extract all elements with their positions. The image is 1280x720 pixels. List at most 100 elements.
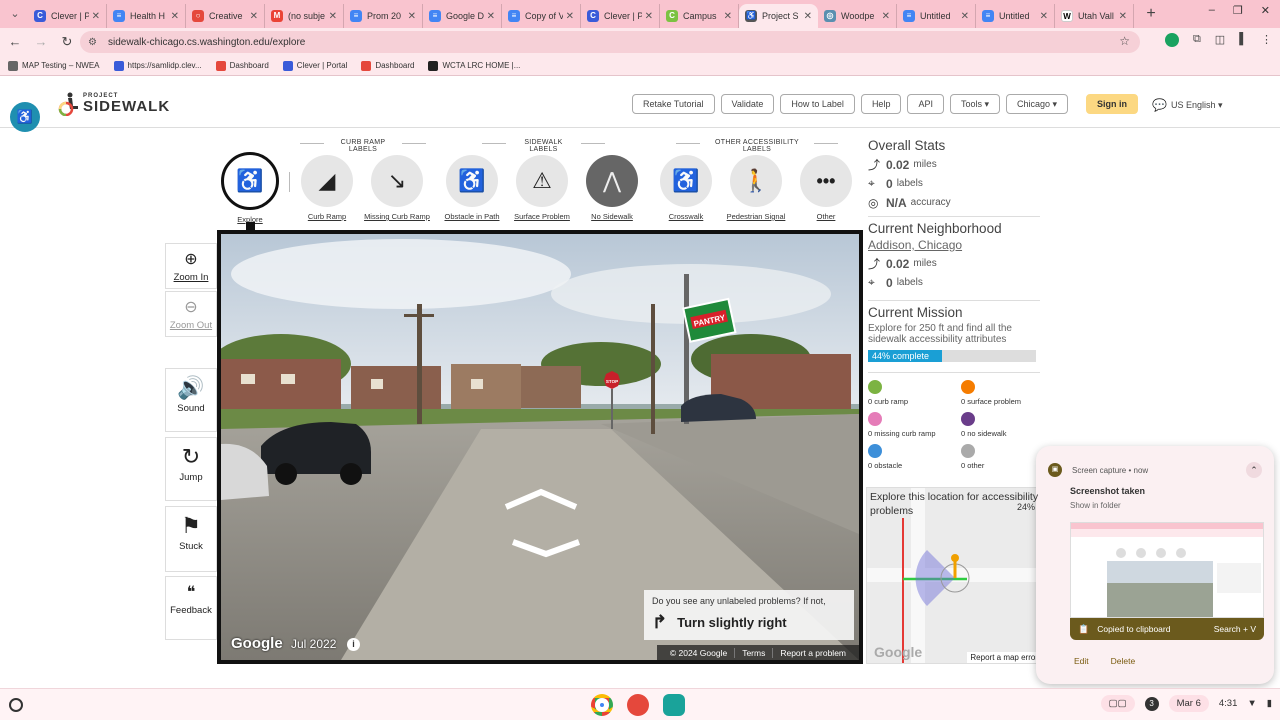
holding-space-icon[interactable]: ▢▢ [1100, 695, 1135, 712]
extensions-icon[interactable]: ⧉ [1193, 33, 1201, 47]
feedback-button[interactable]: ❝ Feedback [165, 576, 217, 640]
sound-button[interactable]: 🔊 Sound [165, 368, 217, 432]
reload-icon[interactable]: ↻ [56, 31, 78, 53]
overall-miles-unit: miles [913, 159, 937, 170]
retake-tutorial-button[interactable]: Retake Tutorial [632, 94, 715, 114]
creative-app-icon[interactable] [627, 694, 649, 716]
report-problem-link[interactable]: Report a problem [772, 647, 853, 658]
tab-close-icon[interactable]: ✕ [329, 11, 337, 22]
menu-kebab-icon[interactable]: ⋮ [1261, 33, 1272, 47]
edit-button[interactable]: Edit [1074, 656, 1089, 666]
street-view-panorama[interactable]: PANTRY STOP Do you see any unlabeled pro… [217, 230, 863, 664]
close-window-icon[interactable]: ✕ [1261, 4, 1270, 17]
bookmark-favicon-icon [215, 60, 226, 71]
new-tab-button[interactable]: + [1140, 3, 1162, 25]
browser-tab[interactable]: ≡ Prom 20 ✕ [344, 4, 423, 28]
api-button[interactable]: API [907, 94, 944, 114]
tab-close-icon[interactable]: ✕ [1040, 11, 1048, 22]
browser-tab[interactable]: W Utah Vall ✕ [1055, 4, 1134, 28]
grammarly-extension-icon[interactable] [1164, 33, 1179, 47]
browser-tab[interactable]: M (no subje ✕ [265, 4, 344, 28]
tab-close-icon[interactable]: ✕ [882, 11, 890, 22]
terms-link[interactable]: Terms [734, 647, 772, 658]
address-bar[interactable]: ⚙ sidewalk-chicago.cs.washington.edu/exp… [80, 31, 1140, 53]
side-panel-icon[interactable]: ▌ [1239, 33, 1247, 47]
clock-time[interactable]: 4:31 [1219, 698, 1238, 709]
browser-tab[interactable]: C Clever | P ✕ [28, 4, 107, 28]
bookmark-item[interactable]: Clever | Portal [282, 60, 347, 71]
pedestrian-signal-label-button[interactable]: 🚶 Pedestrian Signal [718, 155, 794, 221]
collapse-chevron-icon[interactable]: ⌃ [1246, 462, 1262, 478]
project-sidewalk-logo[interactable]: PROJECT SIDEWALK [58, 92, 170, 116]
language-selector[interactable]: 💬 US English ▾ [1152, 98, 1223, 112]
bookmark-item[interactable]: https://samlidp.clev... [113, 60, 202, 71]
minimap[interactable]: Explore this location for accessibility … [866, 487, 1042, 664]
jump-button[interactable]: ↻ Jump [165, 437, 217, 501]
forward-icon[interactable]: → [30, 31, 52, 53]
missing-curb-ramp-label-button[interactable]: ↘ Missing Curb Ramp [359, 155, 435, 221]
bookmark-item[interactable]: MAP Testing – NWEA [8, 60, 100, 71]
bookmark-star-icon[interactable]: ☆ [1119, 34, 1130, 48]
browser-tab[interactable]: C Campus ✕ [660, 4, 739, 28]
other-label-button[interactable]: ••• Other [788, 155, 864, 221]
tab-search-button-icon[interactable]: ◫ [1215, 33, 1225, 47]
browser-tab[interactable]: ≡ Untitled ✕ [897, 4, 976, 28]
zoom-in-button[interactable]: ⊕ Zoom In [165, 243, 217, 289]
explore-mode-button[interactable]: ♿ Explore [212, 152, 288, 224]
screenshot-thumbnail[interactable] [1070, 522, 1264, 618]
date-pill[interactable]: Mar 6 [1168, 695, 1209, 712]
tab-close-icon[interactable]: ✕ [804, 11, 812, 22]
browser-tab[interactable]: ≡ Untitled ✕ [976, 4, 1055, 28]
tab-close-icon[interactable]: ✕ [1119, 11, 1127, 22]
city-dropdown[interactable]: Chicago ▾ [1006, 94, 1069, 114]
tab-close-icon[interactable]: ✕ [250, 11, 258, 22]
report-map-error-link[interactable]: Report a map error [967, 652, 1041, 663]
chrome-app-icon[interactable] [591, 694, 613, 716]
obstacle-label-button[interactable]: ♿ Obstacle in Path [434, 155, 510, 221]
site-info-icon[interactable]: ⚙ [88, 37, 100, 48]
tab-close-icon[interactable]: ✕ [645, 11, 653, 22]
tab-close-icon[interactable]: ✕ [724, 11, 732, 22]
how-to-label-button[interactable]: How to Label [780, 94, 855, 114]
help-button[interactable]: Help [860, 94, 902, 114]
bookmark-item[interactable]: Dashboard [361, 60, 414, 71]
tab-close-icon[interactable]: ✕ [92, 11, 100, 22]
surface-problem-label-button[interactable]: ⚠ Surface Problem [504, 155, 580, 221]
bookmark-favicon-icon [428, 60, 439, 71]
crosswalk-label-button[interactable]: ♿ Crosswalk [648, 155, 724, 221]
zoom-out-button[interactable]: ⊖ Zoom Out [165, 291, 217, 337]
browser-tab[interactable]: ○ Creative ✕ [186, 4, 265, 28]
tab-close-icon[interactable]: ✕ [566, 11, 574, 22]
bookmark-item[interactable]: Dashboard [215, 60, 269, 71]
browser-tab[interactable]: ♿ Project S ✕ [739, 4, 818, 28]
accessibility-widget-icon[interactable]: ♿ [10, 102, 40, 132]
info-icon[interactable]: i [347, 638, 360, 651]
tab-close-icon[interactable]: ✕ [171, 11, 179, 22]
no-sidewalk-label-button[interactable]: ⋀ No Sidewalk [574, 155, 650, 221]
curb-ramp-label-button[interactable]: ◢ Curb Ramp [289, 155, 365, 221]
validate-button[interactable]: Validate [720, 94, 775, 114]
browser-tab[interactable]: ≡ Copy of V ✕ [502, 4, 581, 28]
browser-tab[interactable]: C Clever | P ✕ [581, 4, 660, 28]
sign-in-button[interactable]: Sign in [1086, 94, 1139, 114]
tab-close-icon[interactable]: ✕ [961, 11, 969, 22]
browser-tab[interactable]: ≡ Google D ✕ [423, 4, 502, 28]
browser-tab[interactable]: ◎ Woodpe ✕ [818, 4, 897, 28]
back-icon[interactable]: ← [4, 31, 26, 53]
tab-close-icon[interactable]: ✕ [487, 11, 495, 22]
notification-count-badge[interactable]: 3 [1144, 696, 1159, 711]
clipboard-icon: 📋 [1078, 623, 1090, 634]
show-in-folder-link[interactable]: Show in folder [1070, 501, 1121, 510]
restore-icon[interactable]: ❐ [1233, 4, 1243, 17]
minimize-icon[interactable]: – [1209, 4, 1215, 17]
browser-tab[interactable]: ≡ Health H ✕ [107, 4, 186, 28]
launcher-icon[interactable] [9, 698, 23, 712]
stuck-button[interactable]: ⚑ Stuck [165, 506, 217, 572]
delete-button[interactable]: Delete [1111, 656, 1136, 666]
neighborhood-link[interactable]: Addison, Chicago [868, 238, 1040, 252]
bookmark-item[interactable]: WCTA LRC HOME |... [428, 60, 520, 71]
classroom-app-icon[interactable] [663, 694, 685, 716]
tools-dropdown[interactable]: Tools ▾ [949, 94, 1000, 114]
tab-search-icon[interactable]: ⌄ [6, 5, 24, 23]
tab-close-icon[interactable]: ✕ [408, 11, 416, 22]
